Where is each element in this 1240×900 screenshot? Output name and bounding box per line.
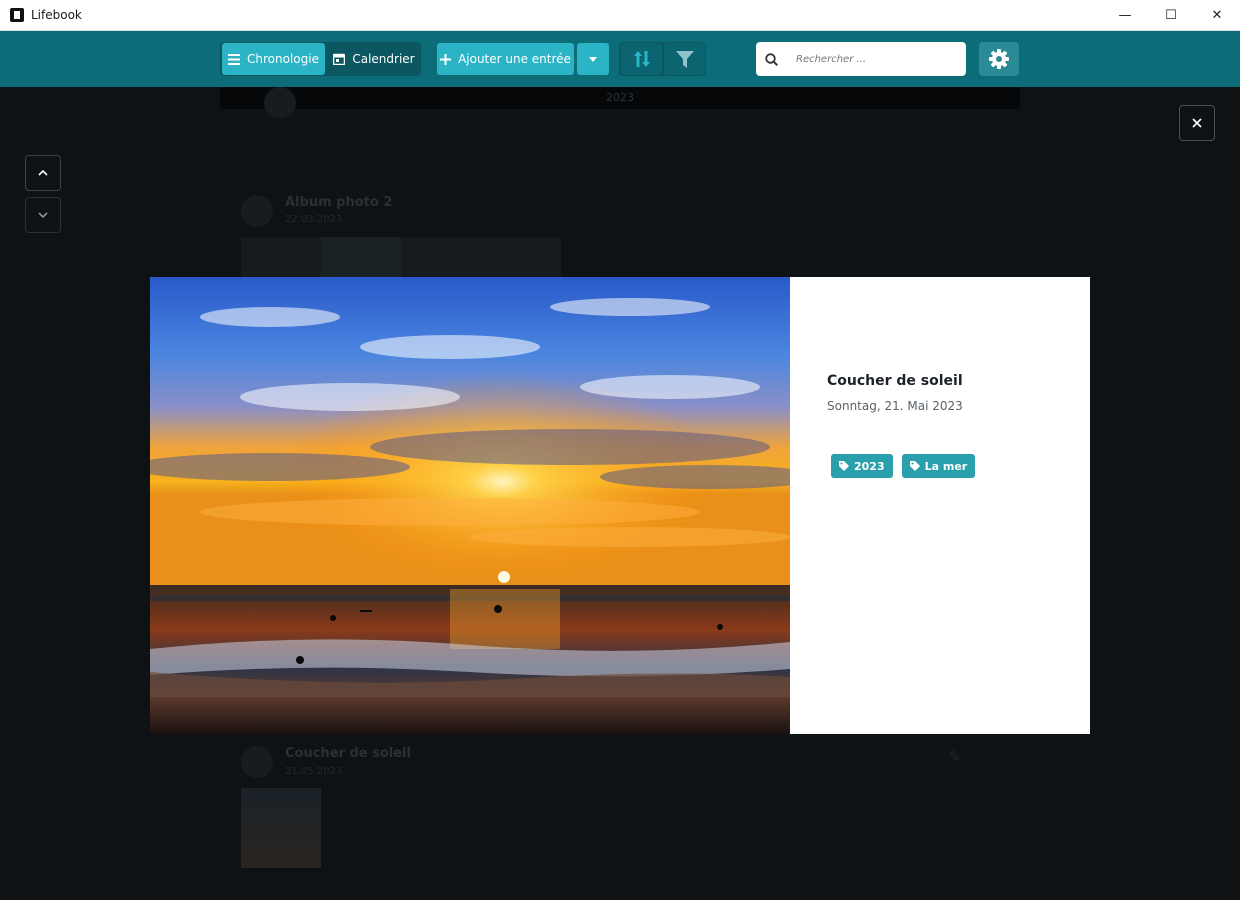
- plus-icon: [440, 53, 452, 65]
- toolbar: Chronologie Calendrier Ajouter une entré…: [0, 31, 1240, 87]
- tag-2023[interactable]: 2023: [831, 454, 893, 478]
- list-icon: [228, 53, 241, 65]
- entry-thumbnail: [241, 237, 321, 277]
- caret-down-icon: [589, 56, 597, 62]
- entry-avatar: [241, 746, 273, 778]
- tag-la-mer[interactable]: La mer: [901, 454, 976, 478]
- calendar-icon: [333, 53, 346, 65]
- window-controls: — ☐ ✕: [1102, 0, 1240, 31]
- search-icon: [764, 52, 778, 66]
- entry-title: Coucher de soleil: [285, 746, 411, 761]
- tag-list: 2023 La mer: [831, 454, 976, 478]
- search-input[interactable]: [796, 53, 956, 65]
- photo-title: Coucher de soleil: [827, 373, 963, 389]
- photo-date: Sonntag, 21. Mai 2023: [827, 399, 963, 413]
- tag-icon: [839, 461, 849, 471]
- entry-date: 22.03.2023: [285, 214, 343, 225]
- filter-icon: [675, 50, 694, 68]
- filter-button[interactable]: [664, 43, 705, 75]
- calendar-view-label: Calendrier: [352, 52, 415, 66]
- sort-arrows-icon: [633, 51, 650, 67]
- previous-entry-button[interactable]: [25, 155, 61, 191]
- add-entry-button[interactable]: Ajouter une entrée: [437, 43, 574, 75]
- settings-button[interactable]: [979, 42, 1019, 76]
- timeline-avatar: [264, 87, 296, 119]
- close-window-button[interactable]: ✕: [1194, 0, 1240, 31]
- next-entry-button[interactable]: [25, 197, 61, 233]
- app-logo-icon: [10, 8, 24, 22]
- chevron-up-icon: [38, 170, 48, 176]
- sunset-photo: [150, 277, 790, 734]
- window-title: Lifebook: [31, 8, 82, 22]
- tag-label: La mer: [924, 459, 968, 473]
- calendar-view-button[interactable]: Calendrier: [328, 43, 420, 75]
- timeline-view-label: Chronologie: [247, 52, 319, 66]
- edit-pencil-icon: ✎: [948, 747, 962, 766]
- year-header: 2023: [220, 87, 1020, 109]
- gear-icon: [989, 49, 1009, 69]
- maximize-button[interactable]: ☐: [1148, 0, 1194, 31]
- tag-icon: [909, 461, 920, 471]
- sunset-image: [150, 277, 790, 734]
- photo-lightbox: Coucher de soleil Sonntag, 21. Mai 2023 …: [150, 277, 1090, 734]
- close-icon: [1192, 118, 1202, 128]
- close-lightbox-button[interactable]: [1179, 105, 1215, 141]
- search-box[interactable]: [756, 42, 966, 76]
- entry-title: Album photo 2: [285, 195, 393, 210]
- chevron-down-icon: [38, 212, 48, 218]
- photo-info-panel: Coucher de soleil Sonntag, 21. Mai 2023 …: [790, 277, 1090, 734]
- entry-avatar: [241, 195, 273, 227]
- timeline-view-button[interactable]: Chronologie: [222, 43, 325, 75]
- sort-button[interactable]: [621, 43, 662, 75]
- entry-date: 21.05.2023: [285, 766, 343, 777]
- add-entry-dropdown-button[interactable]: [577, 43, 609, 75]
- entry-thumbnail: [321, 237, 401, 277]
- tag-label: 2023: [854, 459, 885, 473]
- entry-thumbnail: [401, 237, 561, 277]
- entry-thumbnail: [241, 788, 321, 868]
- title-bar: Lifebook — ☐ ✕: [0, 0, 1240, 31]
- add-entry-label: Ajouter une entrée: [458, 52, 571, 66]
- minimize-button[interactable]: —: [1102, 0, 1148, 31]
